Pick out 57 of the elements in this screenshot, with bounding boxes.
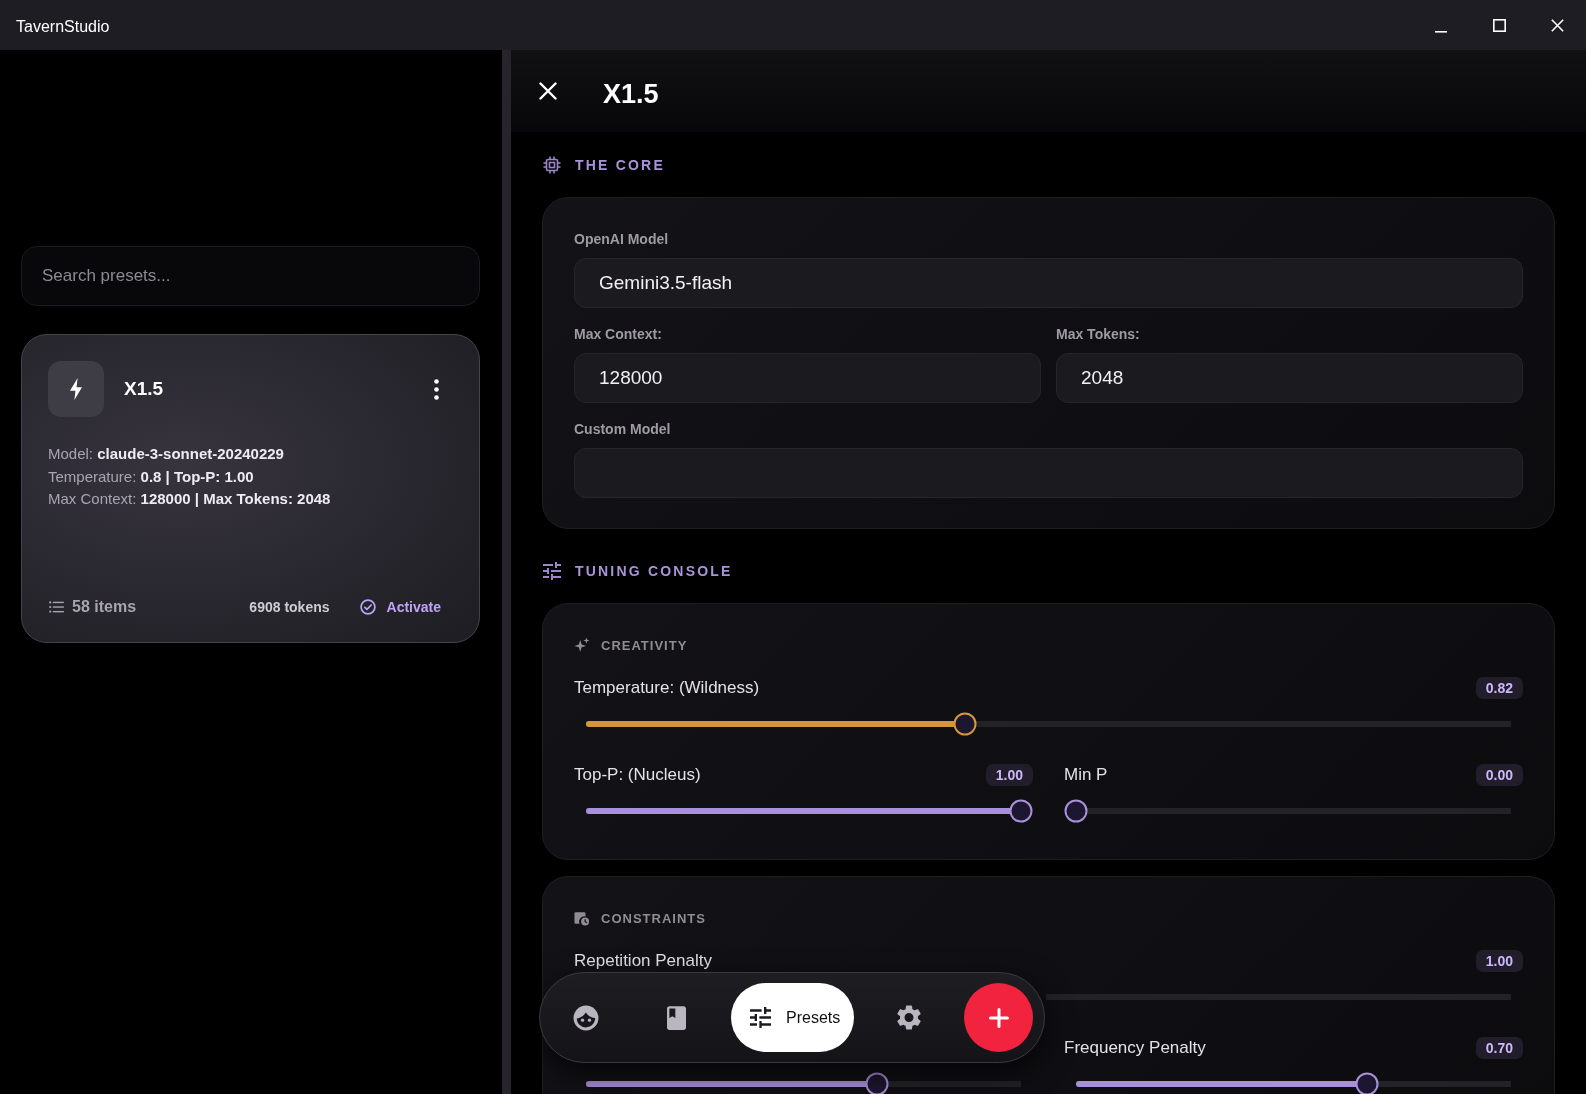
- field-label: Custom Model: [574, 420, 672, 438]
- field-label: Max Tokens:: [1056, 325, 1141, 343]
- plus-icon: [988, 1007, 1009, 1028]
- clock-icon: [574, 910, 590, 926]
- sparkle-icon: [574, 637, 590, 653]
- lightning-icon: [48, 361, 104, 417]
- section-heading: THE CORE: [575, 157, 665, 173]
- value-readout: 0.82: [1475, 677, 1523, 699]
- preset-card[interactable]: X1.5 Model: claude-3-sonnet-20240229 Temperature: 0.8 | Top-P: 1.00 Max Context: 128000 | Max Tokens: 2048 58 items 6908 tokens Activate: [21, 334, 480, 643]
- preset-detail: Max Context: 128000 | Max Tokens: 2048: [48, 489, 331, 509]
- field-label: Max Context:: [574, 325, 663, 343]
- slider-label: Temperature: (Wildness): [574, 678, 760, 698]
- slider-thumb[interactable]: [1064, 799, 1088, 823]
- text-field[interactable]: 2048: [1056, 353, 1523, 403]
- sliders-icon: [543, 562, 561, 580]
- slider-label: Repetition Penalty: [574, 951, 712, 971]
- nav-tab[interactable]: Presets: [731, 983, 855, 1052]
- preset-detail: Model: claude-3-sonnet-20240229: [48, 444, 284, 464]
- item-count: 58 items: [72, 598, 137, 616]
- gear-icon: [897, 1005, 922, 1030]
- value-readout: 0.70: [1475, 1037, 1523, 1059]
- window-title: TavernStudio: [15, 17, 111, 36]
- book-icon: [666, 1005, 686, 1030]
- text-field[interactable]: 128000: [574, 353, 1041, 403]
- value-readout: 1.00: [985, 764, 1033, 786]
- add-button[interactable]: [964, 983, 1034, 1052]
- check-circle-icon: [359, 599, 376, 615]
- face-icon: [573, 1004, 599, 1031]
- token-count: 6908 tokens: [249, 599, 330, 615]
- text-field[interactable]: Gemini3.5-flash: [574, 258, 1523, 308]
- chip-icon: [543, 156, 561, 174]
- slider-thumb[interactable]: [953, 712, 977, 736]
- preset-detail: Temperature: 0.8 | Top-P: 1.00: [48, 466, 254, 487]
- slider-thumb[interactable]: [1009, 799, 1033, 823]
- minimize-icon: [1435, 31, 1447, 33]
- sliders-icon: [750, 1007, 771, 1028]
- slider-label: Top-P: (Nucleus): [574, 765, 701, 785]
- preset-title: X1.5: [124, 378, 165, 400]
- slider-label: Frequency Penalty: [1064, 1038, 1206, 1058]
- slider-label: Min P: [1064, 765, 1108, 785]
- section-heading: TUNING CONSOLE: [575, 563, 733, 579]
- close-icon: [1550, 18, 1564, 32]
- value-readout: 1.00: [1475, 950, 1523, 972]
- activate-button[interactable]: Activate: [359, 599, 441, 615]
- value-readout: 0.00: [1475, 764, 1523, 786]
- kebab-menu-icon[interactable]: [434, 378, 439, 400]
- close-icon[interactable]: [539, 82, 557, 100]
- slider-thumb[interactable]: [1355, 1072, 1379, 1094]
- list-icon: [49, 601, 64, 613]
- field-label: OpenAI Model: [574, 230, 670, 248]
- group-heading: CONSTRAINTS: [601, 910, 706, 926]
- preset-name-heading: X1.5: [603, 78, 659, 110]
- search-field[interactable]: Search presets...: [21, 246, 480, 306]
- text-field[interactable]: [574, 448, 1523, 498]
- maximize-icon: [1492, 18, 1506, 32]
- slider-thumb[interactable]: [865, 1072, 889, 1094]
- group-heading: CREATIVITY: [601, 637, 688, 653]
